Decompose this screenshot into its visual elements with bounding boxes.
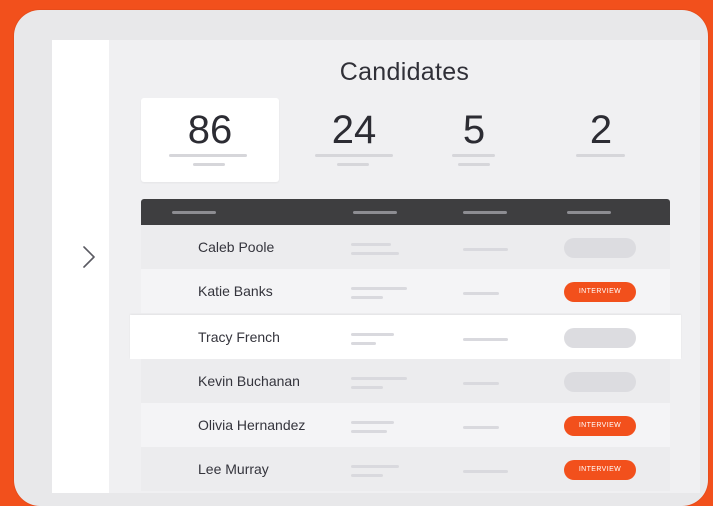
candidate-name: Lee Murray <box>198 461 269 477</box>
cell-placeholder <box>463 248 508 251</box>
chevron-right-icon[interactable] <box>80 246 98 268</box>
stat-label-placeholder <box>315 154 393 157</box>
stat-value: 24 <box>331 108 377 152</box>
stat-sublabel-placeholder <box>458 163 490 166</box>
cell-placeholder <box>351 296 383 299</box>
cell-placeholder <box>351 474 383 477</box>
table-row[interactable]: Katie Banks INTERVIEW <box>141 269 670 313</box>
tablet-frame: Candidates 86 24 5 2 Caleb Poole Katie B… <box>14 10 708 506</box>
cell-placeholder <box>463 338 508 341</box>
stat-sublabel-placeholder <box>337 163 369 166</box>
table-row[interactable]: Olivia Hernandez INTERVIEW <box>141 403 670 447</box>
status-pill-empty[interactable] <box>564 328 636 348</box>
stat-card-2[interactable]: 24 <box>309 98 399 182</box>
cell-placeholder <box>463 382 499 385</box>
page-title: Candidates <box>339 58 470 86</box>
table-row[interactable]: Caleb Poole <box>141 225 670 269</box>
interview-badge[interactable]: INTERVIEW <box>564 282 636 302</box>
cell-placeholder <box>463 470 508 473</box>
cell-placeholder <box>351 430 387 433</box>
cell-placeholder <box>463 426 499 429</box>
interview-badge[interactable]: INTERVIEW <box>564 416 636 436</box>
column-header-status[interactable] <box>567 211 611 214</box>
cell-placeholder <box>351 333 394 336</box>
cell-placeholder <box>351 465 399 468</box>
status-pill-empty[interactable] <box>564 238 636 258</box>
app-screen: Candidates 86 24 5 2 Caleb Poole Katie B… <box>52 40 700 493</box>
table-row[interactable]: Lee Murray INTERVIEW <box>141 447 670 491</box>
candidate-name: Tracy French <box>198 329 280 345</box>
stat-value: 2 <box>589 108 613 152</box>
cell-placeholder <box>351 342 376 345</box>
candidate-name: Kevin Buchanan <box>198 373 300 389</box>
candidate-name: Olivia Hernandez <box>198 417 306 433</box>
main-content: Candidates 86 24 5 2 Caleb Poole Katie B… <box>109 40 700 493</box>
stat-card-1[interactable]: 86 <box>141 98 279 182</box>
stat-label-placeholder <box>452 154 495 157</box>
status-pill-empty[interactable] <box>564 372 636 392</box>
table-row[interactable]: Kevin Buchanan <box>141 359 670 403</box>
table-header <box>141 199 670 225</box>
stat-sublabel-placeholder <box>193 163 225 166</box>
column-header-2[interactable] <box>353 211 397 214</box>
interview-badge[interactable]: INTERVIEW <box>564 460 636 480</box>
table-row-hovered[interactable]: Tracy French <box>130 315 681 359</box>
collapsed-sidebar <box>52 40 109 493</box>
cell-placeholder <box>351 421 394 424</box>
column-header-3[interactable] <box>463 211 507 214</box>
stat-card-3[interactable]: 5 <box>449 98 499 182</box>
cell-placeholder <box>351 243 391 246</box>
cell-placeholder <box>351 287 407 290</box>
cell-placeholder <box>351 252 399 255</box>
column-header-name[interactable] <box>172 211 216 214</box>
candidate-name: Caleb Poole <box>198 239 275 255</box>
stat-value: 5 <box>462 108 486 152</box>
cell-placeholder <box>463 292 499 295</box>
cell-placeholder <box>351 386 383 389</box>
stat-label-placeholder <box>576 154 625 157</box>
candidate-name: Katie Banks <box>198 283 273 299</box>
stat-card-4[interactable]: 2 <box>571 98 631 182</box>
stat-value: 86 <box>187 108 233 152</box>
stat-label-placeholder <box>169 154 247 157</box>
cell-placeholder <box>351 377 407 380</box>
